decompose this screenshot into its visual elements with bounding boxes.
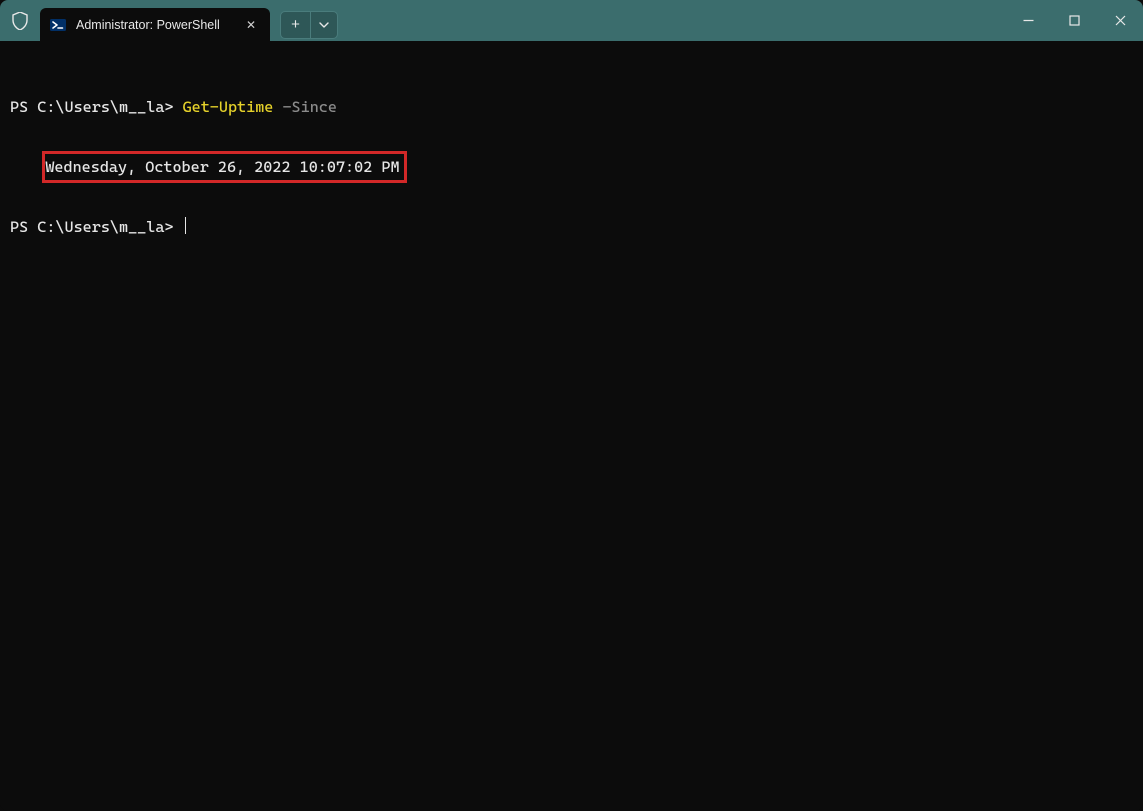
maximize-icon: [1069, 15, 1080, 26]
tab-close-button[interactable]: ✕: [242, 16, 260, 34]
new-tab-group: +: [280, 11, 338, 39]
powershell-icon: [50, 17, 66, 33]
titlebar[interactable]: Administrator: PowerShell ✕ +: [0, 0, 1143, 41]
prompt-2: PS C:\Users\m__la>: [10, 218, 183, 236]
window-controls: [1005, 0, 1143, 41]
tab-title: Administrator: PowerShell: [76, 18, 232, 32]
command-line-1: PS C:\Users\m__la> Get-Uptime -Since: [10, 96, 1133, 118]
output-highlight-box: Wednesday, October 26, 2022 10:07:02 PM: [42, 151, 406, 183]
terminal-area[interactable]: PS C:\Users\m__la> Get-Uptime -Since Wed…: [0, 41, 1143, 811]
tab-active[interactable]: Administrator: PowerShell ✕: [40, 8, 270, 41]
minimize-icon: [1023, 15, 1034, 26]
new-tab-button[interactable]: +: [281, 12, 311, 38]
command-name: Get-Uptime: [183, 98, 274, 116]
plus-icon: +: [291, 16, 300, 33]
prompt-1: PS C:\Users\m__la>: [10, 98, 183, 116]
uac-shield-icon: [0, 12, 40, 30]
close-icon: ✕: [246, 19, 256, 31]
titlebar-left: Administrator: PowerShell ✕ +: [0, 0, 338, 41]
new-tab-dropdown[interactable]: [311, 12, 337, 38]
text-cursor: [185, 217, 186, 234]
titlebar-drag-area[interactable]: [338, 0, 1005, 41]
close-window-button[interactable]: [1097, 0, 1143, 41]
command-parameter: -Since: [273, 98, 337, 116]
output-line: Wednesday, October 26, 2022 10:07:02 PM: [45, 158, 399, 176]
minimize-button[interactable]: [1005, 0, 1051, 41]
maximize-button[interactable]: [1051, 0, 1097, 41]
close-icon: [1115, 15, 1126, 26]
command-line-2: PS C:\Users\m__la>: [10, 216, 1133, 238]
app-window: Administrator: PowerShell ✕ +: [0, 0, 1143, 811]
chevron-down-icon: [319, 22, 329, 28]
